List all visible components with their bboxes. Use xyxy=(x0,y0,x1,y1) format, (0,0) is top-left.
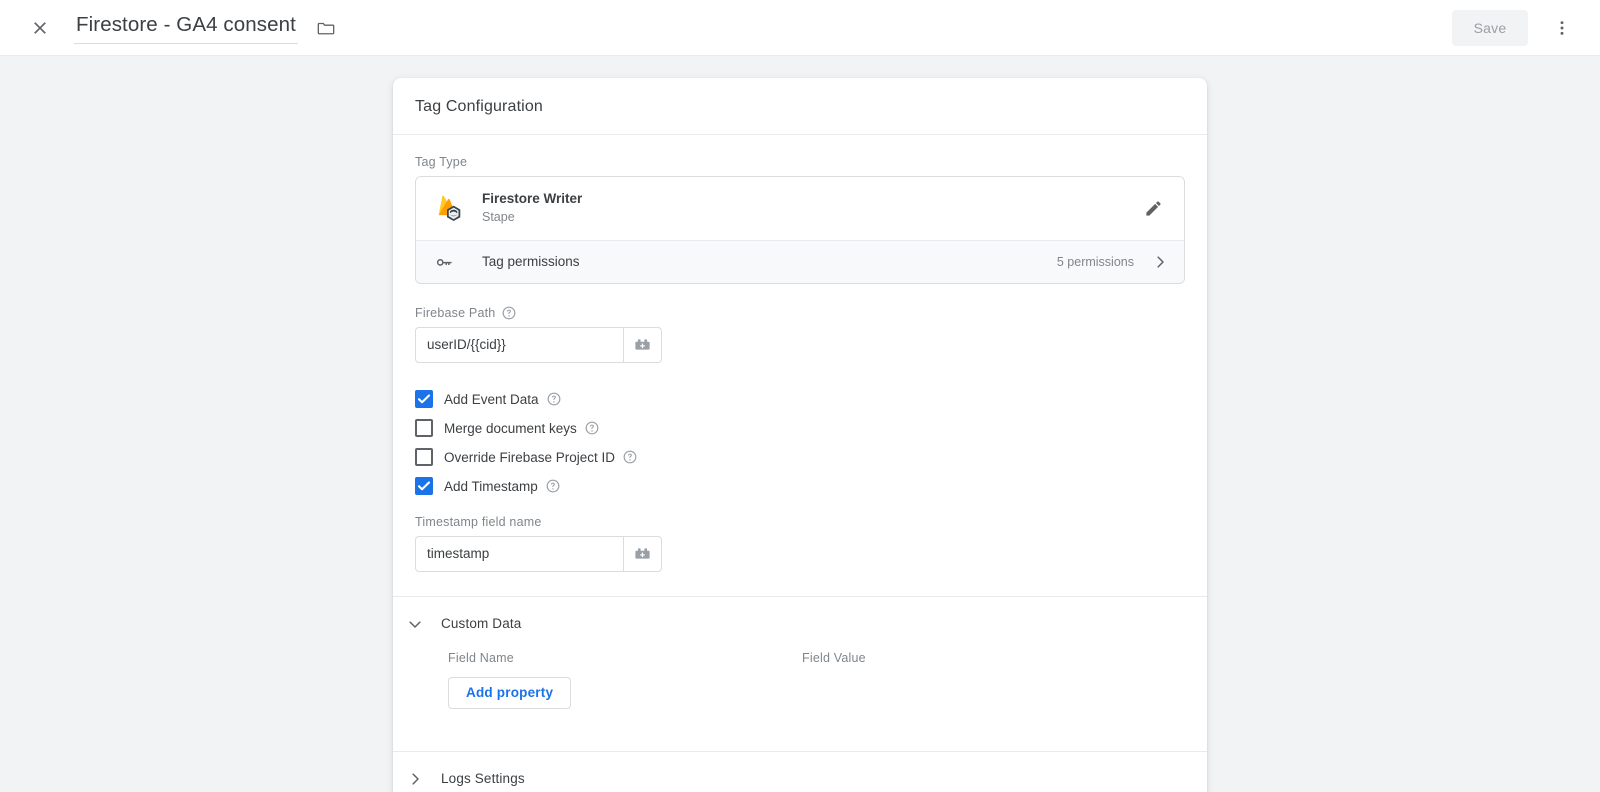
column-header-field-name: Field Name xyxy=(448,650,514,665)
timestamp-field-label: Timestamp field name xyxy=(415,515,1185,529)
folder-icon xyxy=(317,22,335,34)
override-firebase-project-id-label: Override Firebase Project ID xyxy=(444,450,637,465)
help-circle-icon[interactable] xyxy=(546,479,560,493)
tag-type-text: Firestore Writer Stape xyxy=(482,190,1136,227)
tag-title-group: Firestore - GA4 consent xyxy=(74,11,342,44)
timestamp-field-input[interactable] xyxy=(415,535,623,572)
tag-name-input[interactable]: Firestore - GA4 consent xyxy=(74,11,298,44)
tag-type-name: Firestore Writer xyxy=(482,191,583,206)
merge-document-keys-checkbox[interactable] xyxy=(415,419,433,438)
tag-type-label-text: Tag Type xyxy=(415,155,468,169)
page-content: Tag Configuration Tag Type Firestore Wri… xyxy=(0,56,1600,792)
tag-permissions-label: Tag permissions xyxy=(482,254,580,270)
firebase-flame-icon xyxy=(438,196,461,222)
add-timestamp-checkbox[interactable] xyxy=(415,477,433,496)
tag-type-vendor: Stape xyxy=(482,210,515,225)
override-firebase-project-id-checkbox[interactable] xyxy=(415,448,433,467)
more-vert-icon xyxy=(1560,20,1564,35)
variable-picker-icon xyxy=(635,339,650,350)
more-options-button[interactable] xyxy=(1542,8,1582,48)
section-header-logs-settings[interactable]: Logs Settings xyxy=(393,752,1207,792)
tag-permissions-count: 5 permissions xyxy=(1056,254,1134,269)
tag-configuration-card: Tag Configuration Tag Type Firestore Wri… xyxy=(393,78,1207,792)
tag-type-row[interactable]: Firestore Writer Stape xyxy=(416,177,1184,240)
folder-button[interactable] xyxy=(310,12,342,44)
timestamp-variable-button[interactable] xyxy=(623,535,662,572)
add-property-button[interactable]: Add property xyxy=(448,676,572,709)
merge-document-keys-label: Merge document keys xyxy=(444,421,599,436)
timestamp-field-label-text: Timestamp field name xyxy=(415,514,542,529)
custom-data-columns: Field Name Field Value xyxy=(448,651,1185,677)
chevron-down-icon xyxy=(405,614,425,634)
firebase-path-field xyxy=(415,326,662,363)
help-circle-icon[interactable] xyxy=(585,421,599,435)
add-event-data-label-text: Add Event Data xyxy=(444,391,539,407)
custom-data-title: Custom Data xyxy=(441,616,522,632)
tag-permissions-row[interactable]: Tag permissions 5 permissions xyxy=(416,239,1184,283)
add-timestamp-label: Add Timestamp xyxy=(444,479,560,494)
checkmark-icon xyxy=(417,481,431,491)
checkbox-row-merge-document-keys[interactable]: Merge document keys xyxy=(415,414,1185,443)
key-icon xyxy=(433,253,455,271)
app-header: Firestore - GA4 consent Save xyxy=(0,0,1600,56)
checkbox-row-add-timestamp[interactable]: Add Timestamp xyxy=(415,472,1185,501)
firebase-path-input[interactable] xyxy=(415,326,623,363)
timestamp-field xyxy=(415,535,662,572)
checkbox-row-add-event-data[interactable]: Add Event Data xyxy=(415,385,1185,414)
help-circle-icon[interactable] xyxy=(623,450,637,464)
firebase-path-variable-button[interactable] xyxy=(623,326,662,363)
close-button[interactable] xyxy=(20,8,60,48)
tag-type-box: Firestore Writer Stape Tag permissions 5… xyxy=(415,176,1185,284)
override-firebase-project-id-label-text: Override Firebase Project ID xyxy=(444,449,616,465)
firebase-path-label-text: Firebase Path xyxy=(415,305,496,320)
help-circle-icon[interactable] xyxy=(547,392,561,406)
card-heading: Tag Configuration xyxy=(393,78,1207,135)
edit-tag-type-button[interactable] xyxy=(1136,191,1170,225)
add-event-data-label: Add Event Data xyxy=(444,392,561,407)
chevron-right-icon xyxy=(1150,252,1170,272)
checkmark-icon xyxy=(417,394,431,404)
pencil-icon xyxy=(1145,201,1161,216)
logs-settings-title: Logs Settings xyxy=(441,771,525,787)
add-timestamp-label-text: Add Timestamp xyxy=(444,478,538,494)
firebase-path-label: Firebase Path xyxy=(415,306,1185,320)
section-header-custom-data[interactable]: Custom Data xyxy=(393,597,1207,651)
checkbox-row-override-firebase-project-id[interactable]: Override Firebase Project ID xyxy=(415,443,1185,472)
tag-type-label: Tag Type xyxy=(415,155,1185,169)
save-button[interactable]: Save xyxy=(1452,9,1528,46)
merge-document-keys-label-text: Merge document keys xyxy=(444,420,577,436)
close-icon xyxy=(34,21,46,34)
variable-picker-icon xyxy=(635,548,650,559)
options-checkbox-list: Add Event Data Merge document keys Overr… xyxy=(415,385,1185,501)
add-event-data-checkbox[interactable] xyxy=(415,390,433,409)
chevron-right-icon xyxy=(405,769,425,789)
help-circle-icon[interactable] xyxy=(502,306,516,320)
card-body: Tag Type Firestore Writer Stape Tag perm… xyxy=(393,135,1207,792)
column-header-field-value: Field Value xyxy=(802,650,866,665)
custom-data-body: Field Name Field Value Add property xyxy=(415,651,1185,729)
